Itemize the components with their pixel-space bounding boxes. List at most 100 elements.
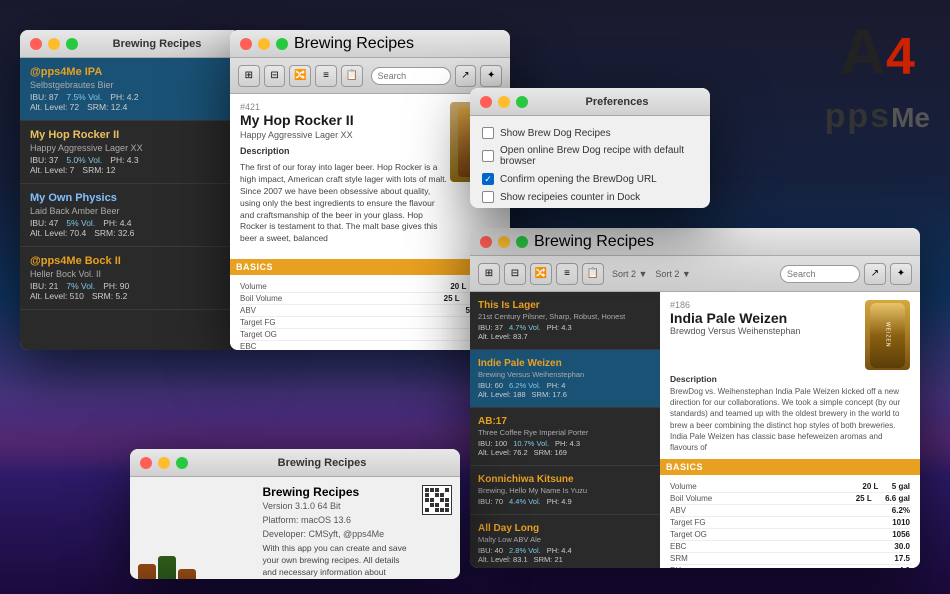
maximize-prefs[interactable] [516, 96, 528, 108]
ibu-val: IBU: 37 [30, 155, 58, 165]
list-item[interactable]: My Hop Rocker II Happy Aggressive Lager … [20, 121, 240, 184]
list-item[interactable]: @pps4Me Bock II Heller Bock Vol. II IBU:… [20, 247, 240, 310]
about-platform: Platform: macOS 13.6 [263, 515, 413, 525]
minimize-prefs[interactable] [498, 96, 510, 108]
right-add-btn[interactable]: ✦ [890, 263, 912, 285]
close-about[interactable] [140, 457, 152, 469]
rli-ph: PH: 4.4 [547, 546, 572, 555]
close-button[interactable] [30, 38, 42, 50]
pref-item-3[interactable]: ✓ Confirm opening the BrewDog URL [482, 170, 698, 188]
abv-v: 6.2% [892, 506, 910, 515]
checkbox-4[interactable] [482, 191, 494, 203]
abv-val: 5.0% Vol. [66, 155, 102, 165]
right-btn-2[interactable]: ⊟ [504, 263, 526, 285]
toolbar-btn-1[interactable]: ⊞ [238, 65, 260, 87]
toolbar-btn-4[interactable]: ≡ [315, 65, 337, 87]
checkbox-1[interactable] [482, 127, 494, 139]
about-app-title: Brewing Recipes [263, 485, 413, 499]
right-search-btn[interactable]: ↗ [864, 263, 886, 285]
maximize-button-main[interactable] [276, 38, 288, 50]
ph-l: PH [670, 566, 681, 568]
item-stats-2: Alt. Level: 70.4 SRM: 32.6 [30, 228, 230, 238]
right-content: This Is Lager 21st Century Pilsner, Shar… [470, 292, 920, 568]
abv-val: 7% Vol. [66, 281, 95, 291]
rli-abv: 2.8% Vol. [509, 546, 541, 555]
checkbox-2[interactable] [482, 150, 494, 162]
close-prefs[interactable] [480, 96, 492, 108]
right-list-item[interactable]: All Day Long Malty Low ABV Ale IBU: 40 2… [470, 515, 660, 568]
main-window-title: Brewing Recipes [294, 35, 414, 53]
list-item[interactable]: @pps4Me IPA Selbstgebrautes Bier IBU: 87… [20, 58, 240, 121]
right-window-title: Brewing Recipes [534, 233, 654, 251]
bottle-3 [178, 569, 196, 579]
right-btn-5[interactable]: 📋 [582, 263, 604, 285]
boil-label: Boil Volume [240, 294, 282, 303]
right-btn-1[interactable]: ⊞ [478, 263, 500, 285]
rli-stats: IBU: 37 4.7% Vol. PH: 4.3 [478, 323, 652, 332]
minimize-about[interactable] [158, 457, 170, 469]
item-subtitle: Selbstgebrautes Bier [30, 80, 230, 90]
pref-item-1[interactable]: Show Brew Dog Recipes [482, 124, 698, 142]
ebc-v: 30.0 [894, 542, 910, 551]
titlebar-right: Brewing Recipes [470, 228, 920, 256]
right-search-input[interactable] [780, 265, 860, 283]
rli-sub: Brewing, Hello My Name Is Yuzu [478, 486, 652, 495]
maximize-about[interactable] [176, 457, 188, 469]
maximize-button[interactable] [66, 38, 78, 50]
rli-name: Konnichiwa Kitsune [478, 474, 652, 485]
item-stats: IBU: 37 5.0% Vol. PH: 4.3 [30, 155, 230, 165]
close-button-main[interactable] [240, 38, 252, 50]
pref-item-4[interactable]: Show recipeies counter in Dock [482, 188, 698, 206]
rli-stats-2: Alt. Level: 188 SRM: 17.6 [478, 390, 652, 399]
item-stats: IBU: 47 5% Vol. PH: 4.4 [30, 218, 230, 228]
right-list-item[interactable]: This Is Lager 21st Century Pilsner, Shar… [470, 292, 660, 350]
right-list-item[interactable]: Konnichiwa Kitsune Brewing, Hello My Nam… [470, 466, 660, 515]
minimize-button[interactable] [48, 38, 60, 50]
prefs-title: Preferences [534, 96, 700, 108]
vol-label: Volume [670, 482, 697, 491]
level-val: Alt. Level: 72 [30, 102, 79, 112]
right-btn-4[interactable]: ≡ [556, 263, 578, 285]
rli-stats: IBU: 70 4.4% Vol. PH: 4.9 [478, 497, 652, 506]
item-name: My Own Physics [30, 192, 230, 204]
item-subtitle: Happy Aggressive Lager XX [30, 143, 230, 153]
toolbar-btn-2[interactable]: ⊟ [264, 65, 286, 87]
pref-item-2[interactable]: Open online Brew Dog recipe with default… [482, 142, 698, 170]
level-val: Alt. Level: 70.4 [30, 228, 86, 238]
close-right[interactable] [480, 236, 492, 248]
rli-ph: PH: 4 [547, 381, 566, 390]
qr-code [422, 485, 452, 515]
srm-val: SRM: 5.2 [92, 291, 127, 301]
toolbar-btn-3[interactable]: 🔀 [289, 65, 311, 87]
maximize-right[interactable] [516, 236, 528, 248]
basics-section: Volume20 L 5 gal Boil Volume25 L 6.6 gal… [240, 281, 500, 350]
level-val: Alt. Level: 510 [30, 291, 84, 301]
minimize-right[interactable] [498, 236, 510, 248]
search-input[interactable] [371, 67, 451, 85]
right-btn-3[interactable]: 🔀 [530, 263, 552, 285]
right-list-item[interactable]: Indie Pale Weizen Brewing Versus Weihens… [470, 350, 660, 408]
srm-val: SRM: 12.4 [87, 102, 127, 112]
detail-basics: Volume20 L 5 gal Boil Volume25 L 6.6 gal… [670, 481, 910, 568]
rli-stats-2: Alt. Level: 83.7 [478, 332, 652, 341]
detail-title: India Pale Weizen [670, 310, 800, 326]
search-button[interactable]: ↗ [455, 65, 477, 87]
recipe-list: @pps4Me IPA Selbstgebrautes Bier IBU: 87… [20, 58, 240, 350]
pref-label-3: Confirm opening the BrewDog URL [500, 174, 657, 185]
minimize-button-main[interactable] [258, 38, 270, 50]
recipe-content: #421 My Hop Rocker II Happy Aggressive L… [230, 94, 510, 350]
fg-v: 1010 [892, 518, 910, 527]
detail-subtitle: Brewdog Versus Weihenstephan [670, 326, 800, 336]
rli-stats: IBU: 100 10.7% Vol. PH: 4.3 [478, 439, 652, 448]
toolbar-btn-5[interactable]: 📋 [341, 65, 363, 87]
rli-ibu: IBU: 70 [478, 497, 503, 506]
titlebar-sidebar: Brewing Recipes [20, 30, 240, 58]
add-button[interactable]: ✦ [480, 65, 502, 87]
checkbox-3[interactable]: ✓ [482, 173, 494, 185]
list-item[interactable]: My Own Physics Laid Back Amber Beer IBU:… [20, 184, 240, 247]
right-list-item[interactable]: AB:17 Three Coffee Rye Imperial Porter I… [470, 408, 660, 466]
abv-val: 5% Vol. [66, 218, 95, 228]
ph-val: PH: 4.2 [110, 92, 138, 102]
rli-level: Alt. Level: 188 [478, 390, 526, 399]
bottle-1 [138, 564, 156, 579]
